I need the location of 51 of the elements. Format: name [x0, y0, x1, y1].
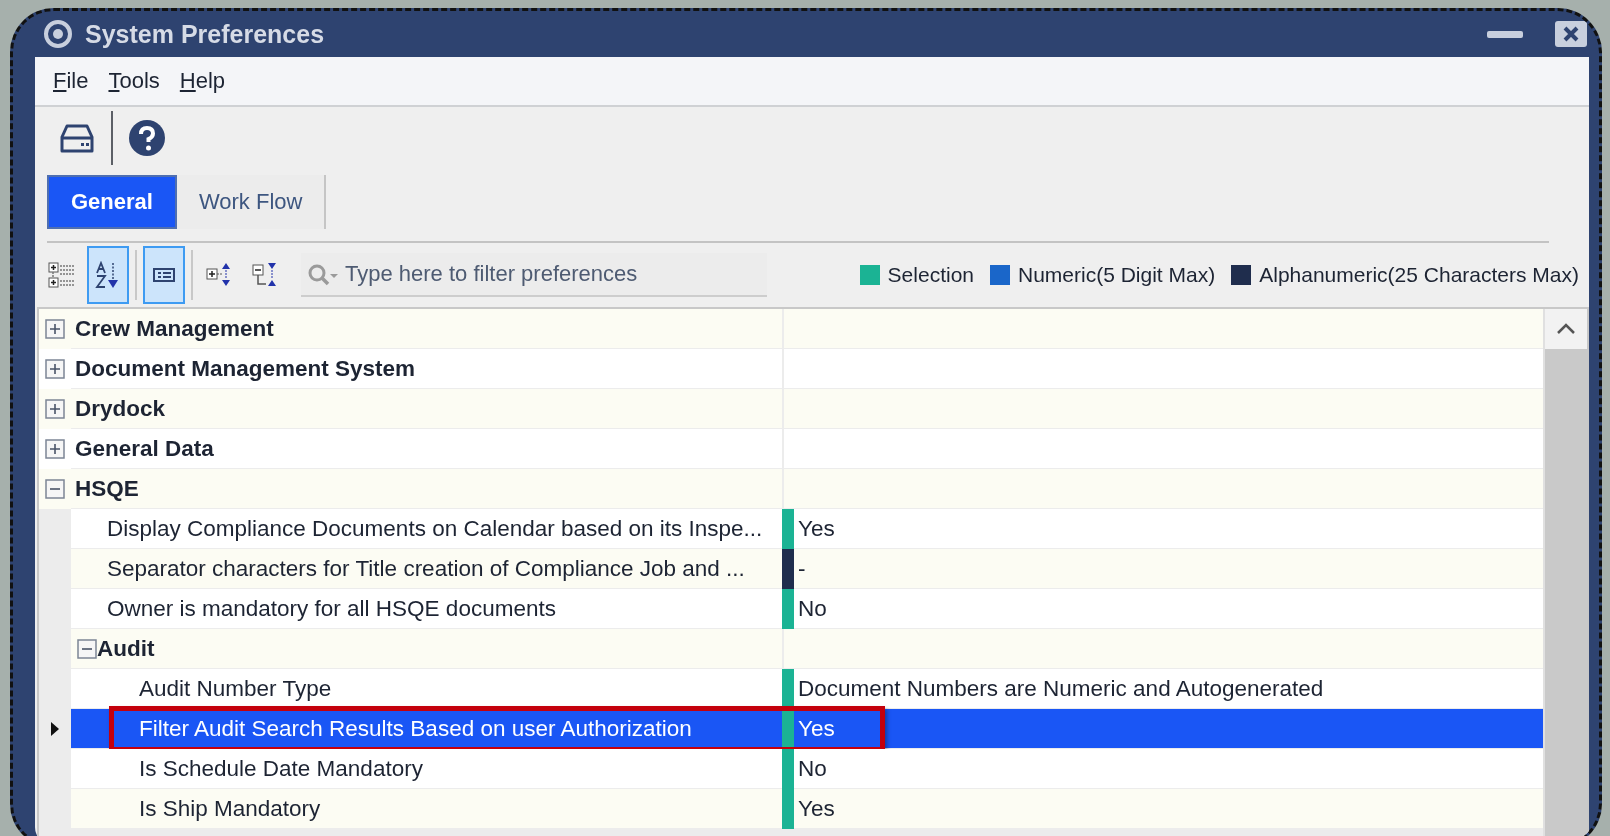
row-pointer-icon: [51, 722, 59, 736]
window-title: System Preferences: [85, 19, 326, 49]
preference-value: Document Numbers are Numeric and Autogenerated: [798, 675, 1324, 702]
group-label: Drydock: [75, 395, 166, 422]
group-label: General Data: [75, 435, 214, 462]
preference-name: Owner is mandatory for all HSQE documents: [107, 595, 556, 622]
preference-value: Yes: [798, 715, 835, 742]
menu-item[interactable]: Tools: [100, 64, 168, 98]
view-toggle-button[interactable]: [87, 246, 129, 304]
legend-label: Numeric(5 Digit Max): [1018, 263, 1216, 287]
preference-name: Filter Audit Search Results Based on user Authorization: [139, 715, 692, 742]
drive-icon[interactable]: [59, 122, 95, 154]
expand-toggle[interactable]: [77, 638, 97, 659]
preference-row[interactable]: Audit Number Type Document Numbers are Numeric and Autogenerated: [39, 669, 1543, 709]
preference-name: Is Ship Mandatory: [139, 795, 321, 822]
scrollbar[interactable]: [1543, 309, 1587, 836]
preference-row[interactable]: Is Schedule Date Mandatory No: [39, 749, 1543, 789]
menu-item[interactable]: Help: [171, 64, 234, 98]
preference-value: Yes: [798, 515, 835, 542]
close-button[interactable]: [1555, 21, 1587, 47]
preference-row[interactable]: Is Ship Mandatory Yes: [39, 789, 1543, 829]
app-icon: [43, 19, 73, 49]
legend-label: Alphanumeric(25 Characters Max): [1259, 263, 1579, 287]
group-label: Audit: [97, 635, 155, 662]
menu-item[interactable]: File: [45, 64, 97, 98]
legend-label: Selection: [887, 263, 974, 287]
preference-row[interactable]: Display Compliance Documents on Calendar based on its Inspe... Yes: [39, 509, 1543, 549]
expand-toggle[interactable]: [45, 399, 65, 419]
preference-name: Audit Number Type: [139, 675, 332, 702]
group-label: Crew Management: [75, 315, 274, 342]
preference-value: Yes: [798, 795, 835, 822]
group-label: HSQE: [75, 475, 139, 502]
group-label: Document Management System: [75, 355, 416, 382]
preference-value: -: [798, 555, 806, 582]
expand-toggle[interactable]: [45, 439, 65, 459]
tab[interactable]: General: [47, 175, 177, 229]
preference-name: Separator characters for Title creation of Compliance Job and ...: [107, 555, 745, 582]
search-icon: [307, 263, 339, 287]
expand-toggle[interactable]: [45, 319, 65, 339]
help-icon[interactable]: [129, 120, 165, 156]
preference-name: Display Compliance Documents on Calendar based on its Inspe...: [107, 515, 763, 542]
preference-row[interactable]: Owner is mandatory for all HSQE documents No: [39, 589, 1543, 629]
preference-row[interactable]: Separator characters for Title creation of Compliance Job and ... -: [39, 549, 1543, 589]
expand-toggle[interactable]: [45, 479, 65, 499]
preference-value: No: [798, 595, 827, 622]
expand-toggle[interactable]: [45, 359, 65, 379]
view-toggle-button[interactable]: [143, 246, 185, 304]
preference-name: Is Schedule Date Mandatory: [139, 755, 423, 782]
preference-value: No: [798, 755, 827, 782]
categorized-view-icon: [48, 261, 76, 289]
minimize-button[interactable]: [1487, 30, 1523, 38]
